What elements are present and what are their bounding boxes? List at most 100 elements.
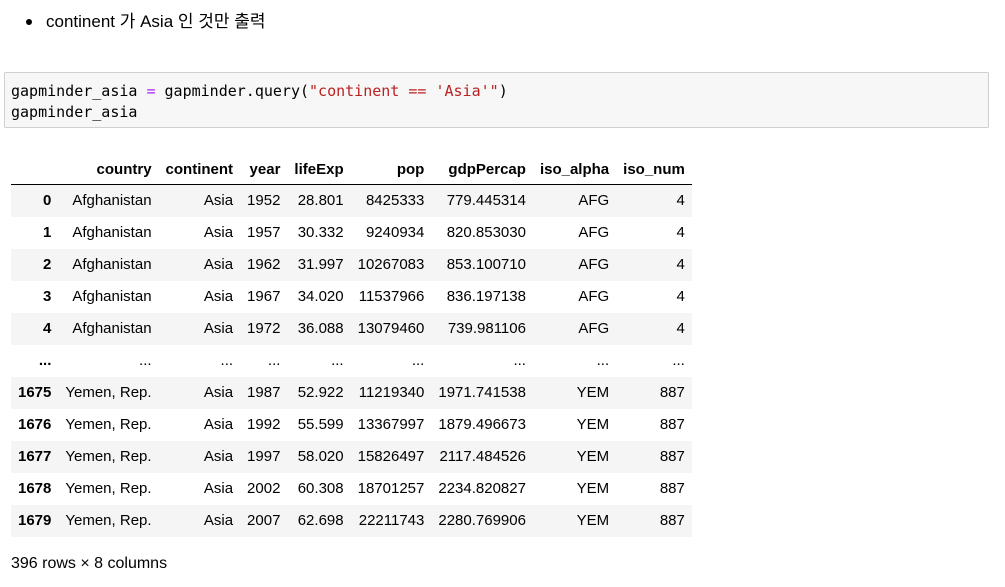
cell-pop: 15826497 <box>357 448 425 465</box>
cell-iso_num: 4 <box>676 288 685 305</box>
cell-continent: Asia <box>203 448 234 465</box>
cell-gdpPercap: 2117.484526 <box>439 448 526 465</box>
cell-iso_num: 887 <box>659 416 685 433</box>
cell-continent: Asia <box>203 416 234 433</box>
cell-lifeExp: 60.308 <box>297 480 344 497</box>
code-cell-input[interactable]: gapminder_asia = gapminder.query("contin… <box>4 72 989 128</box>
cell-pop: 10267083 <box>357 256 425 273</box>
column-header-lifeExp: lifeExp <box>287 154 351 185</box>
cell-iso_alpha: ... <box>596 352 610 369</box>
column-header-country: country <box>58 154 159 185</box>
markdown-bullet-text: continent 가 Asia 인 것만 출력 <box>46 12 266 31</box>
cell-pop: 11537966 <box>358 288 425 305</box>
cell-lifeExp: 31.997 <box>297 256 344 273</box>
code-assign-operator: = <box>137 82 165 100</box>
cell-iso_num: 887 <box>659 448 685 465</box>
cell-lifeExp: 34.020 <box>297 288 344 305</box>
cell-iso_num: 887 <box>659 384 685 401</box>
table-row: 1675 Yemen, Rep. Asia 1987 52.922 11219340 197… <box>11 376 692 409</box>
column-header-year: year <box>240 154 288 185</box>
cell-lifeExp: 55.599 <box>297 416 344 433</box>
column-header-gdpPercap: gdpPercap <box>431 154 533 185</box>
cell-iso_num: 887 <box>659 480 685 497</box>
cell-lifeExp: 62.698 <box>297 512 344 529</box>
cell-lifeExp: 52.922 <box>297 384 344 401</box>
cell-continent: Asia <box>203 384 234 401</box>
cell-country: Yemen, Rep. <box>65 512 152 529</box>
cell-continent: Asia <box>203 512 234 529</box>
cell-gdpPercap: 779.445314 <box>446 192 526 210</box>
cell-gdpPercap: 820.853030 <box>446 224 526 241</box>
cell-lifeExp: 28.801 <box>297 192 344 210</box>
cell-country: ... <box>139 352 152 369</box>
cell-iso_alpha: YEM <box>576 416 610 433</box>
table-body: 0 Afghanistan Asia 1952 28.801 8425333 779.445… <box>11 184 692 537</box>
cell-gdpPercap: 836.197138 <box>446 288 526 305</box>
row-index: 3 <box>43 288 52 305</box>
code-string: "continent == 'Asia'" <box>309 82 499 100</box>
cell-iso_alpha: YEM <box>576 384 610 401</box>
code-line-2: gapminder_asia <box>11 103 138 121</box>
cell-continent: Asia <box>203 192 234 210</box>
cell-pop: 22211743 <box>358 512 425 529</box>
cell-lifeExp: ... <box>331 352 344 369</box>
table-row: 4 Afghanistan Asia 1972 36.088 13079460 739.98… <box>11 312 692 345</box>
cell-iso_num: 4 <box>676 192 685 210</box>
cell-iso_alpha: AFG <box>578 224 610 241</box>
cell-country: Yemen, Rep. <box>65 416 152 433</box>
cell-iso_alpha: YEM <box>576 512 610 529</box>
table-header-row: country continent year lifeExp pop gdpPercap i… <box>11 154 692 185</box>
column-header-pop: pop <box>350 154 432 185</box>
table-row: 3 Afghanistan Asia 1967 34.020 11537966 836.19… <box>11 281 692 313</box>
table-row: 1679 Yemen, Rep. Asia 2007 62.698 22211743 228… <box>11 504 692 537</box>
code-close-paren: ) <box>498 82 508 100</box>
cell-lifeExp: 36.088 <box>297 320 344 337</box>
cell-year: 1992 <box>247 416 281 433</box>
cell-iso_alpha: AFG <box>578 288 610 305</box>
cell-lifeExp: 58.020 <box>297 448 344 465</box>
cell-iso_num: 4 <box>676 224 685 241</box>
table-row: ........................... <box>11 345 692 377</box>
cell-pop: 9240934 <box>365 224 425 241</box>
row-index: 1677 <box>18 448 52 465</box>
cell-gdpPercap: 1879.496673 <box>438 416 526 433</box>
cell-year: ... <box>267 352 281 369</box>
cell-iso_num: 887 <box>659 512 685 529</box>
row-index: ... <box>38 352 52 369</box>
cell-iso_alpha: YEM <box>576 448 610 465</box>
markdown-bullet-item: continent 가 Asia 인 것만 출력 <box>26 8 266 36</box>
table-row: 2 Afghanistan Asia 1962 31.997 10267083 853.10… <box>11 248 692 281</box>
cell-iso_alpha: AFG <box>578 320 610 337</box>
cell-gdpPercap: 2234.820827 <box>438 480 526 497</box>
cell-year: 2007 <box>247 512 281 529</box>
cell-year: 1987 <box>247 384 281 401</box>
cell-iso_num: 4 <box>676 256 685 273</box>
row-index: 1676 <box>18 416 52 433</box>
cell-country: Yemen, Rep. <box>65 384 152 401</box>
code-variable: gapminder_asia <box>11 82 138 100</box>
cell-country: Yemen, Rep. <box>65 448 152 465</box>
dataframe-table: country continent year lifeExp pop gdpPercap i… <box>11 154 692 537</box>
cell-pop: 13079460 <box>357 320 425 337</box>
code-call: gapminder.query( <box>164 82 310 100</box>
dataframe-output: country continent year lifeExp pop gdpPercap i… <box>11 154 692 537</box>
dataframe-shape-text: 396 rows × 8 columns <box>11 555 168 572</box>
cell-year: 1952 <box>247 192 281 210</box>
cell-continent: Asia <box>203 320 234 337</box>
cell-continent: Asia <box>203 480 234 497</box>
row-index: 2 <box>43 256 52 273</box>
cell-country: Afghanistan <box>72 320 152 337</box>
table-row: 0 Afghanistan Asia 1952 28.801 8425333 779.445… <box>11 184 692 217</box>
cell-pop: 8425333 <box>365 192 425 210</box>
row-index: 1679 <box>18 512 52 529</box>
table-row: 1678 Yemen, Rep. Asia 2002 60.308 18701257 223… <box>11 473 692 505</box>
cell-continent: ... <box>220 352 234 369</box>
cell-country: Afghanistan <box>72 256 152 273</box>
row-index: 1 <box>43 224 52 241</box>
cell-pop: 18701257 <box>357 480 425 497</box>
cell-continent: Asia <box>203 256 234 273</box>
cell-country: Yemen, Rep. <box>65 480 152 497</box>
table-row: 1 Afghanistan Asia 1957 30.332 9240934 820.853… <box>11 217 692 249</box>
cell-country: Afghanistan <box>72 288 152 305</box>
cell-gdpPercap: 1971.741538 <box>438 384 526 401</box>
